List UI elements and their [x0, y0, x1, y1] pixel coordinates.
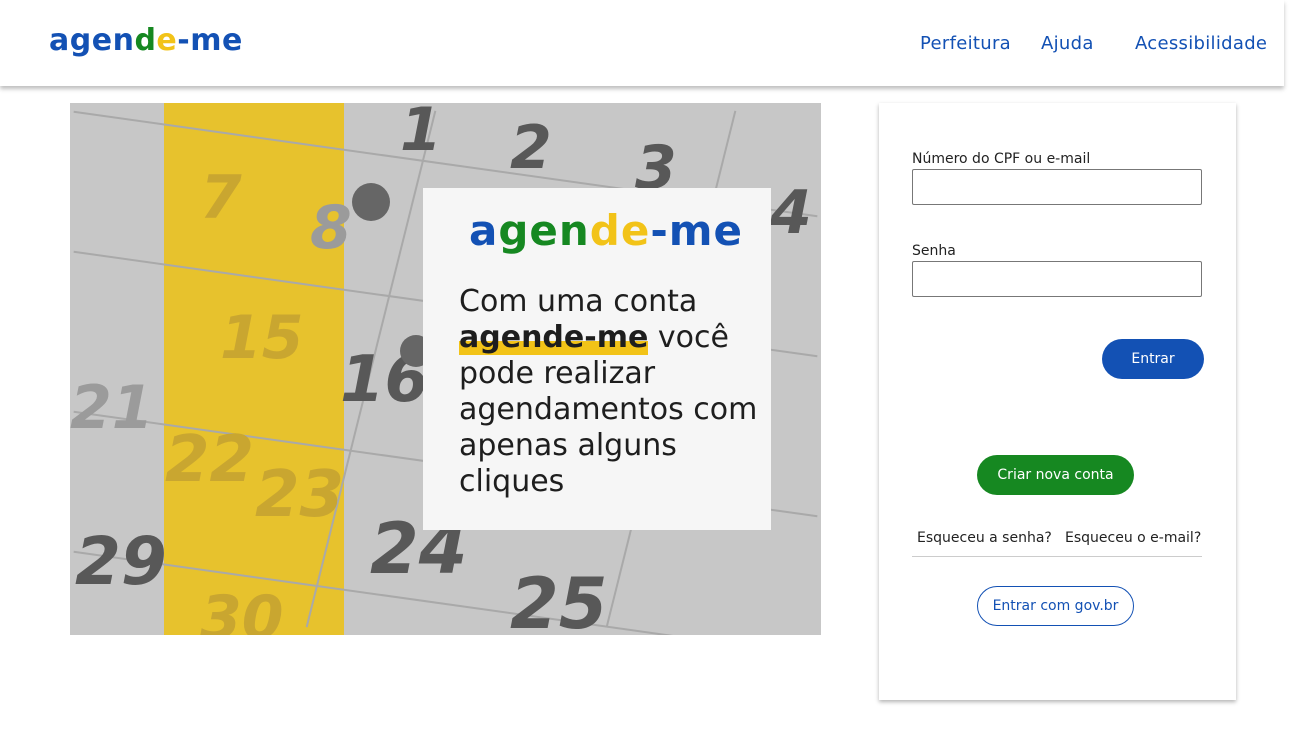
hero-tagline-highlight: agende-me [459, 320, 649, 355]
forgot-password-link[interactable]: Esqueceu a senha? [917, 530, 1052, 546]
login-button[interactable]: Entrar [1102, 339, 1204, 379]
forgot-email-link[interactable]: Esqueceu o e-mail? [1065, 530, 1201, 546]
hero-message-card: agende-me Com uma conta agende-me você p… [423, 188, 771, 530]
calendar-digit: 4 [770, 178, 812, 248]
pushpin-icon [352, 183, 390, 221]
create-account-button[interactable]: Criar nova conta [977, 455, 1134, 495]
calendar-digit: 7 [200, 163, 242, 233]
calendar-digit: 30 [200, 583, 284, 635]
calendar-digit: 15 [220, 303, 304, 373]
login-panel: Número do CPF ou e-mail Senha Entrar Cri… [879, 103, 1236, 700]
logo-part-4: -me [177, 23, 243, 58]
hero-logo-part-2: gen [498, 206, 590, 255]
calendar-digit: 25 [510, 563, 608, 635]
password-label: Senha [912, 243, 956, 259]
hero-logo-part-4: -me [650, 206, 744, 255]
calendar-digit: 29 [75, 523, 167, 600]
hero-logo-part-1: a [469, 206, 499, 255]
logo-part-1: agen [49, 23, 135, 58]
top-header: agende-me Perfeitura Ajuda Acessibilidad… [0, 0, 1284, 86]
calendar-digit: 23 [255, 458, 345, 532]
hero-logo-part-3: de [589, 206, 651, 255]
nav-link-perfeitura[interactable]: Perfeitura [920, 33, 1011, 54]
cpf-email-input[interactable] [912, 169, 1202, 205]
hero-banner: 1 2 3 4 7 8 15 16 21 22 23 24 25 29 30 1… [70, 103, 821, 635]
hero-logo: agende-me [469, 206, 743, 255]
nav-link-acessibilidade[interactable]: Acessibilidade [1135, 33, 1267, 54]
password-input[interactable] [912, 261, 1202, 297]
divider [912, 556, 1202, 557]
logo-part-2: d [134, 23, 157, 58]
govbr-login-button[interactable]: Entrar com gov.br [977, 586, 1134, 626]
nav-link-ajuda[interactable]: Ajuda [1041, 33, 1094, 54]
cpf-label: Número do CPF ou e-mail [912, 151, 1091, 167]
hero-tagline: Com uma conta agende-me você pode realiz… [459, 284, 759, 500]
calendar-digit: 8 [310, 193, 352, 263]
hero-tagline-start: Com uma conta [459, 284, 698, 319]
calendar-digit: 1 [400, 103, 442, 165]
calendar-digit: 21 [70, 373, 154, 443]
site-logo[interactable]: agende-me [49, 23, 243, 58]
calendar-digit: 22 [165, 423, 255, 497]
logo-part-3: e [156, 23, 178, 58]
calendar-digit: 2 [510, 113, 552, 183]
